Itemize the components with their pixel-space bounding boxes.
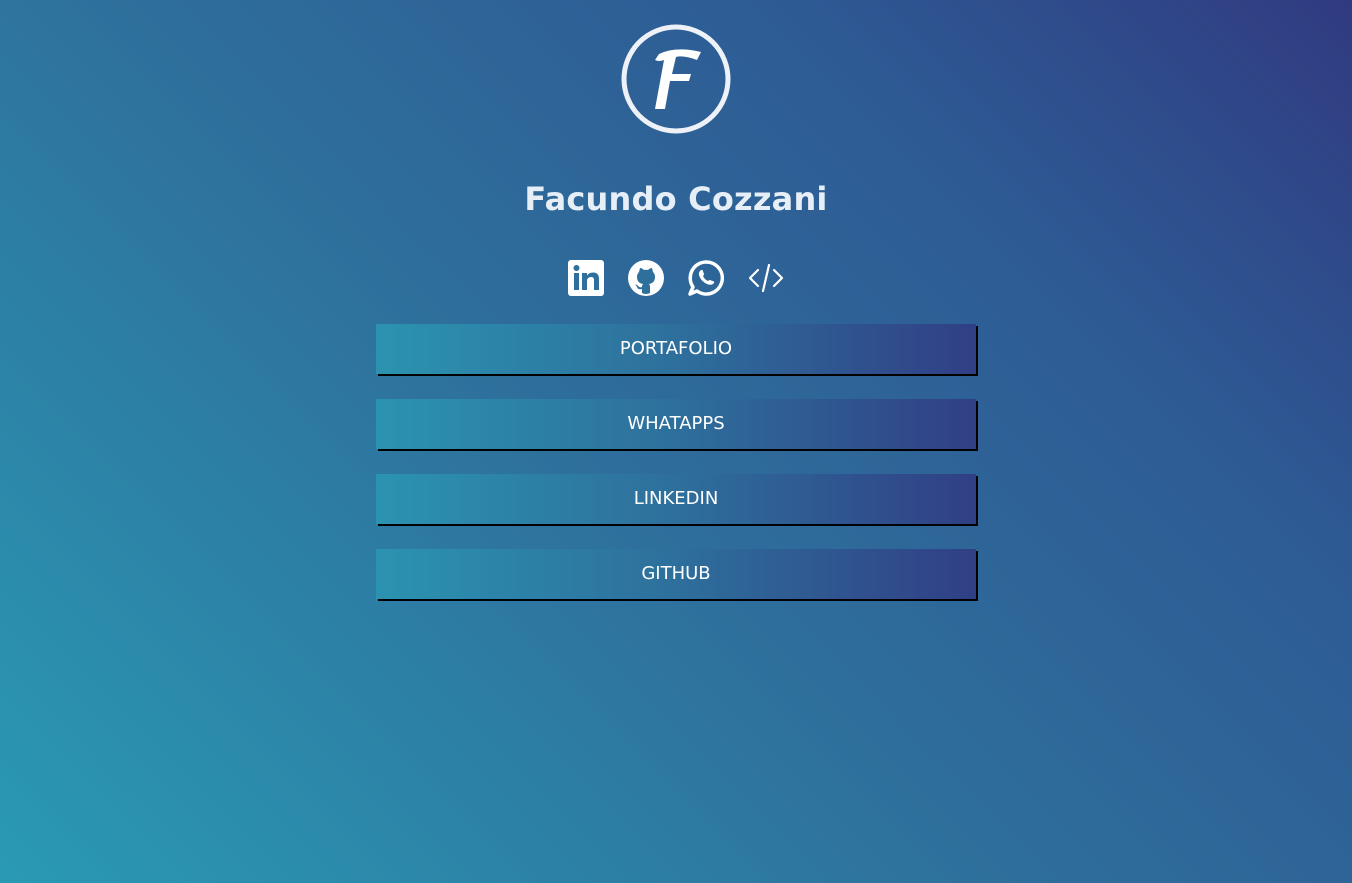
logo-f-icon [621,24,731,134]
portafolio-button[interactable]: PORTAFOLIO [376,324,976,374]
linkedin-link[interactable] [568,260,604,296]
link-buttons: PORTAFOLIO WHATAPPS LINKEDIN GITHUB [376,324,976,624]
logo: F [621,24,731,134]
profile-name: Facundo Cozzani [524,180,828,218]
github-link[interactable] [628,260,664,296]
whatsapp-link[interactable] [688,260,724,296]
whatsapp-icon [688,260,724,296]
github-icon [628,260,664,296]
code-link[interactable] [748,260,784,296]
linkedin-button[interactable]: LINKEDIN [376,474,976,524]
whatsapp-button[interactable]: WHATAPPS [376,399,976,449]
github-button[interactable]: GITHUB [376,549,976,599]
social-links [0,260,1352,296]
linkedin-icon [568,260,604,296]
code-icon [748,263,784,293]
